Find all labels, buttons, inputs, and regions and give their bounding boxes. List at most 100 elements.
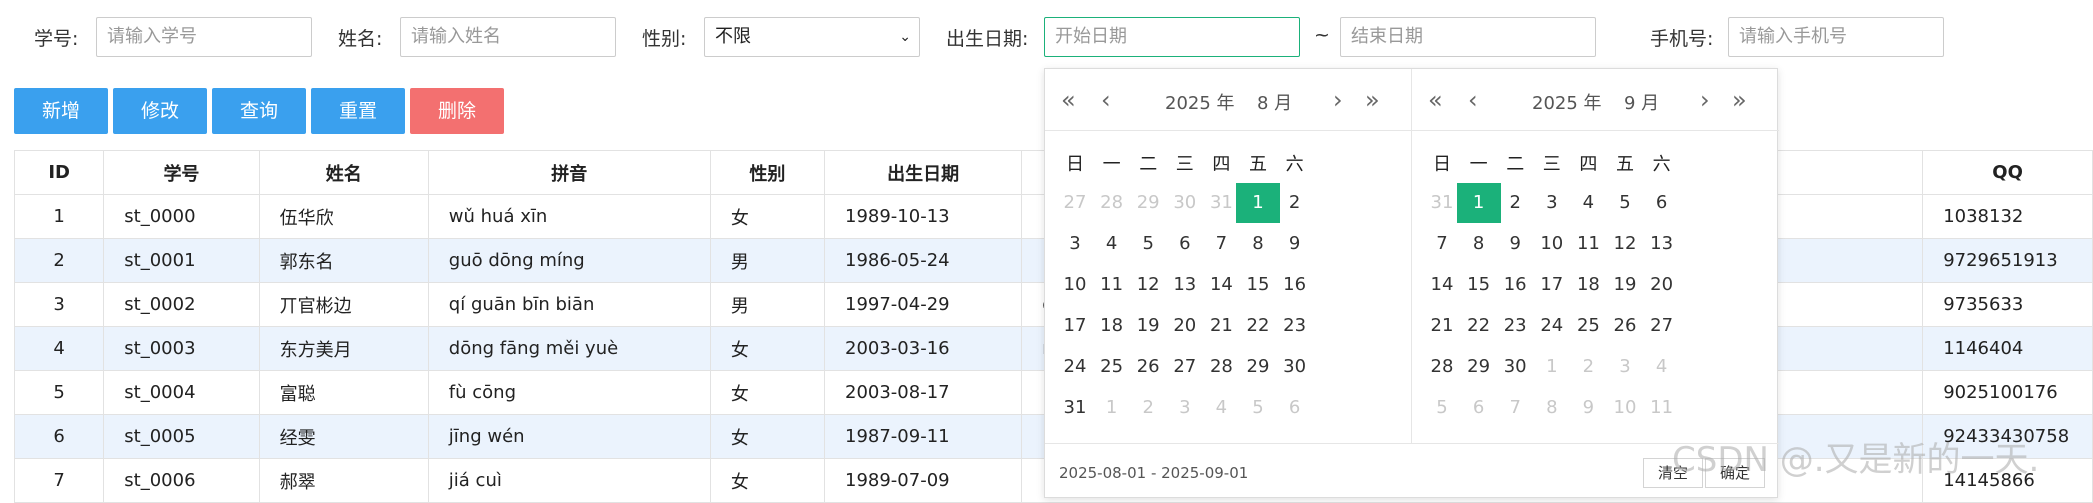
cell-gender: 男 [709,238,826,283]
header-student-no[interactable]: 学号 [103,150,260,195]
next-year-icon[interactable]: » [1732,85,1747,115]
prev-year-icon[interactable]: « [1061,85,1076,115]
calendar-day[interactable]: 27 [1640,306,1684,346]
cell-birth-date: 2003-03-16 [823,326,1023,371]
query-button[interactable]: 查询 [212,88,306,134]
cell-birth-date: 1989-07-09 [823,458,1023,503]
add-button[interactable]: 新增 [14,88,108,134]
cell-gender: 女 [709,194,826,239]
header-name[interactable]: 姓名 [258,150,429,195]
edit-button[interactable]: 修改 [113,88,207,134]
calendar-day[interactable]: 30 [1273,347,1317,387]
calendar-day[interactable]: 13 [1640,224,1684,264]
clear-button[interactable]: 清空 [1643,458,1703,488]
start-date-input[interactable]: 开始日期 [1044,17,1300,57]
cell-student-no: st_0006 [103,458,260,503]
cell-id: 6 [13,414,105,459]
calendar-day[interactable]: 6 [1273,388,1317,428]
calendar-day[interactable]: 20 [1640,265,1684,305]
cell-gender: 女 [709,326,826,371]
cell-birth-date: 1989-10-13 [823,194,1023,239]
gender-label: 性别: [642,28,687,50]
phone-label: 手机号: [1650,28,1714,50]
chevron-down-icon: ⌄ [899,29,911,45]
confirm-button[interactable]: 确定 [1705,458,1765,488]
selected-range-text: 2025-08-01 - 2025-09-01 [1059,464,1249,482]
name-input[interactable]: 请输入姓名 [400,17,616,57]
calendar-day[interactable]: 16 [1273,265,1317,305]
date-range-picker: « ‹ 2025 年 8 月 › » 日一二三四五六 27 28 29 30 31 1 2 3 4… [1044,68,1779,499]
cell-qq: 1146404 [1922,326,2093,371]
calendar-day[interactable]: 23 [1273,306,1317,346]
picker-footer: 2025-08-01 - 2025-09-01 清空 确定 [1045,443,1779,499]
calendar-day[interactable]: 6 [1640,183,1684,223]
header-qq[interactable]: QQ [1922,150,2093,195]
cell-pinyin: guō dōng míng [427,238,711,283]
cell-student-no: st_0003 [103,326,260,371]
name-label: 姓名: [338,28,383,50]
calendar-day[interactable]: 9 [1273,224,1317,264]
cell-student-no: st_0001 [103,238,260,283]
prev-month-icon[interactable]: ‹ [1101,85,1111,115]
cell-pinyin: qí guān bīn biān [427,282,711,327]
cell-student-no: st_0000 [103,194,260,239]
cell-gender: 女 [709,458,826,503]
cell-birth-date: 1986-05-24 [823,238,1023,283]
next-month-icon[interactable]: › [1333,85,1343,115]
left-month[interactable]: 8 月 [1257,89,1292,115]
calendar-august: « ‹ 2025 年 8 月 › » 日一二三四五六 27 28 29 30 31 1 2 3 4… [1045,69,1412,443]
cell-pinyin: fù cōng [427,370,711,415]
next-year-icon[interactable]: » [1365,85,1380,115]
cell-pinyin: jīng wén [427,414,711,459]
calendar-header-left: « ‹ 2025 年 8 月 › » [1045,69,1412,131]
birth-date-label: 出生日期: [946,28,1029,50]
next-month-icon[interactable]: › [1700,85,1710,115]
cell-qq: 9025100176 [1922,370,2093,415]
calendar-day[interactable]: 11 [1640,388,1684,428]
cell-id: 4 [13,326,105,371]
reset-button[interactable]: 重置 [311,88,405,134]
header-gender[interactable]: 性别 [709,150,826,195]
cell-student-no: st_0002 [103,282,260,327]
delete-button[interactable]: 删除 [410,88,504,134]
cell-id: 3 [13,282,105,327]
cell-gender: 女 [709,414,826,459]
cell-pinyin: dōng fāng měi yuè [427,326,711,371]
cell-id: 2 [13,238,105,283]
right-year[interactable]: 2025 年 [1532,89,1602,115]
weekday-header: 六 [1285,154,1304,175]
cell-name: 东方美月 [258,326,429,371]
calendar-day[interactable]: 4 [1640,347,1684,387]
date-range-separator: ~ [1314,24,1330,46]
end-date-input[interactable]: 结束日期 [1340,17,1596,57]
cell-birth-date: 2003-08-17 [823,370,1023,415]
cell-birth-date: 1987-09-11 [823,414,1023,459]
header-id[interactable]: ID [13,150,105,195]
left-year[interactable]: 2025 年 [1165,89,1235,115]
cell-name: 郭东名 [258,238,429,283]
cell-qq: 92433430758 [1922,414,2093,459]
cell-gender: 男 [709,282,826,327]
calendar-day[interactable]: 2 [1273,183,1317,223]
cell-qq: 9735633 [1922,282,2093,327]
student-no-input[interactable]: 请输入学号 [96,17,312,57]
cell-name: 经雯 [258,414,429,459]
gender-select[interactable]: 不限 ⌄ [704,17,920,57]
right-month[interactable]: 9 月 [1624,89,1659,115]
cell-name: 伍华欣 [258,194,429,239]
cell-gender: 女 [709,370,826,415]
weekday-header: 六 [1652,154,1671,175]
cell-pinyin: wǔ huá xīn [427,194,711,239]
prev-month-icon[interactable]: ‹ [1468,85,1478,115]
header-birth-date[interactable]: 出生日期 [823,150,1023,195]
cell-id: 1 [13,194,105,239]
cell-id: 7 [13,458,105,503]
header-pinyin[interactable]: 拼音 [427,150,711,195]
prev-year-icon[interactable]: « [1428,85,1443,115]
calendar-header-right: « ‹ 2025 年 9 月 › » [1412,69,1779,131]
cell-birth-date: 1997-04-29 [823,282,1023,327]
student-no-label: 学号: [34,28,79,50]
cell-qq: 1038132 [1922,194,2093,239]
cell-name: 富聪 [258,370,429,415]
phone-input[interactable]: 请输入手机号 [1728,17,1944,57]
